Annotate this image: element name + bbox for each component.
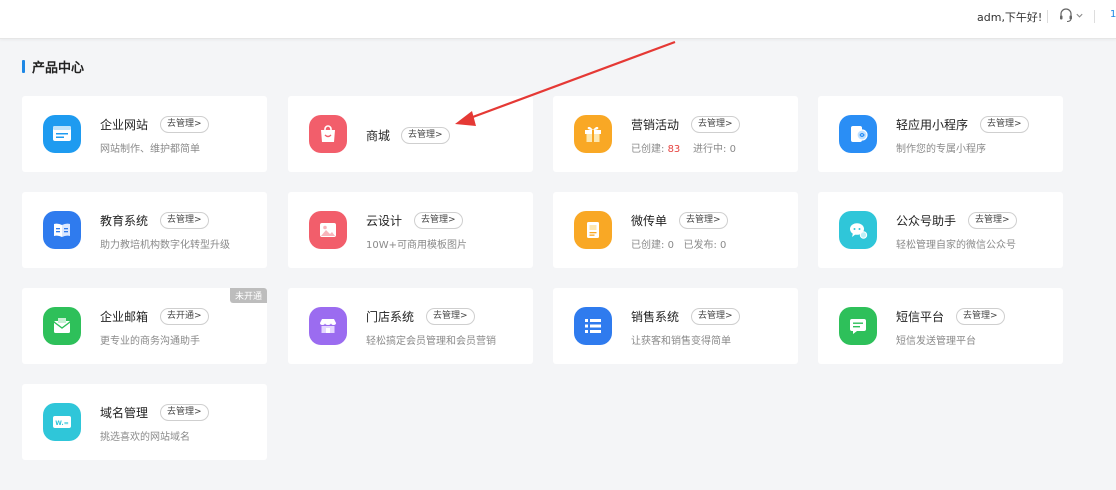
svg-text:W.=: W.= [55, 420, 68, 427]
user-greeting[interactable]: adm,下午好! [977, 9, 1042, 25]
mail-icon [43, 307, 81, 345]
card-name: 营销活动 [631, 118, 680, 132]
product-card-clouddesign[interactable]: 云设计 去管理> 10W+可商用模板图片 [288, 192, 533, 268]
status-badge: 未开通 [229, 288, 267, 303]
card-name: 商城 [366, 129, 391, 143]
store-icon [309, 307, 347, 345]
book-icon [43, 211, 81, 249]
card-name: 企业网站 [100, 118, 149, 132]
section-title-text: 产品中心 [32, 60, 85, 76]
product-card-miniapp[interactable]: 轻应用小程序 去管理> 制作您的专属小程序 [818, 96, 1063, 172]
title-accent-bar [22, 59, 25, 73]
product-card-official[interactable]: 公众号助手 去管理> 轻松管理自家的微信公众号 [818, 192, 1063, 268]
card-desc: 让获客和销售变得简单 [631, 336, 731, 347]
card-stats: 已创建: 0 已发布: 0 [631, 236, 726, 251]
card-desc: 更专业的商务沟通助手 [100, 336, 200, 347]
product-card-mall[interactable]: 商城 去管理> [288, 96, 533, 172]
running-value: 0 [729, 144, 736, 155]
product-card-store[interactable]: 门店系统 去管理> 轻松搞定会员管理和会员营销 [288, 288, 533, 364]
divider [1094, 10, 1095, 23]
manage-button[interactable]: 去管理> [679, 212, 728, 229]
manage-button[interactable]: 去管理> [980, 116, 1029, 133]
card-name: 域名管理 [100, 406, 149, 420]
card-name: 云设计 [366, 214, 403, 228]
published-value: 0 [720, 240, 727, 251]
list-icon [574, 307, 612, 345]
chevron-down-icon[interactable] [1075, 11, 1084, 20]
product-card-education[interactable]: 教育系统 去管理> 助力教培机构数字化转型升级 [22, 192, 267, 268]
card-desc: 网站制作、维护都简单 [100, 144, 200, 155]
card-name: 公众号助手 [896, 214, 957, 228]
manage-button[interactable]: 去管理> [691, 308, 740, 325]
domain-icon: W.= [43, 403, 81, 441]
divider [1047, 10, 1048, 23]
website-icon [43, 115, 81, 153]
product-card-sms[interactable]: 短信平台 去管理> 短信发送管理平台 [818, 288, 1063, 364]
card-desc: 短信发送管理平台 [896, 336, 976, 347]
card-desc: 制作您的专属小程序 [896, 144, 986, 155]
product-card-website[interactable]: 企业网站 去管理> 网站制作、维护都简单 [22, 96, 267, 172]
card-name: 销售系统 [631, 310, 680, 324]
published-label: 已发布: [683, 240, 717, 251]
card-name: 微传单 [631, 214, 668, 228]
product-card-marketing[interactable]: 营销活动 去管理> 已创建: 83 进行中: 0 [553, 96, 798, 172]
wechat-icon [839, 211, 877, 249]
running-label: 进行中: [693, 144, 727, 155]
header-extra[interactable]: 1 [1110, 9, 1116, 20]
card-name: 短信平台 [896, 310, 945, 324]
created-value: 0 [667, 240, 674, 251]
card-stats: 已创建: 83 进行中: 0 [631, 140, 736, 155]
manage-button[interactable]: 去管理> [426, 308, 475, 325]
card-desc: 轻松搞定会员管理和会员营销 [366, 336, 496, 347]
card-desc: 挑选喜欢的网站域名 [100, 432, 190, 443]
manage-button[interactable]: 去管理> [160, 116, 209, 133]
product-card-sales[interactable]: 销售系统 去管理> 让获客和销售变得简单 [553, 288, 798, 364]
card-name: 轻应用小程序 [896, 118, 969, 132]
created-value: 83 [667, 144, 681, 155]
card-name: 门店系统 [366, 310, 415, 324]
manage-button[interactable]: 去管理> [691, 116, 740, 133]
manage-button[interactable]: 去管理> [401, 127, 450, 144]
product-card-email[interactable]: 未开通 企业邮箱 去开通> 更专业的商务沟通助手 [22, 288, 267, 364]
open-button[interactable]: 去开通> [160, 308, 209, 325]
manage-button[interactable]: 去管理> [968, 212, 1017, 229]
section-title: 产品中心 [22, 57, 85, 76]
product-card-microflyer[interactable]: 微传单 去管理> 已创建: 0 已发布: 0 [553, 192, 798, 268]
image-icon [309, 211, 347, 249]
flyer-icon [574, 211, 612, 249]
manage-button[interactable]: 去管理> [160, 212, 209, 229]
shopping-bag-icon [309, 115, 347, 153]
top-bar: adm,下午好! 1 [0, 0, 1116, 39]
card-desc: 轻松管理自家的微信公众号 [896, 240, 1016, 251]
manage-button[interactable]: 去管理> [160, 404, 209, 421]
headset-icon[interactable] [1058, 7, 1074, 23]
miniapp-icon [839, 115, 877, 153]
manage-button[interactable]: 去管理> [956, 308, 1005, 325]
gift-icon [574, 115, 612, 153]
created-label: 已创建: [631, 240, 665, 251]
card-name: 企业邮箱 [100, 310, 149, 324]
card-name: 教育系统 [100, 214, 149, 228]
card-desc: 助力教培机构数字化转型升级 [100, 240, 230, 251]
manage-button[interactable]: 去管理> [414, 212, 463, 229]
sms-icon [839, 307, 877, 345]
created-label: 已创建: [631, 144, 665, 155]
card-desc: 10W+可商用模板图片 [366, 240, 467, 251]
product-card-domain[interactable]: W.= 域名管理 去管理> 挑选喜欢的网站域名 [22, 384, 267, 460]
